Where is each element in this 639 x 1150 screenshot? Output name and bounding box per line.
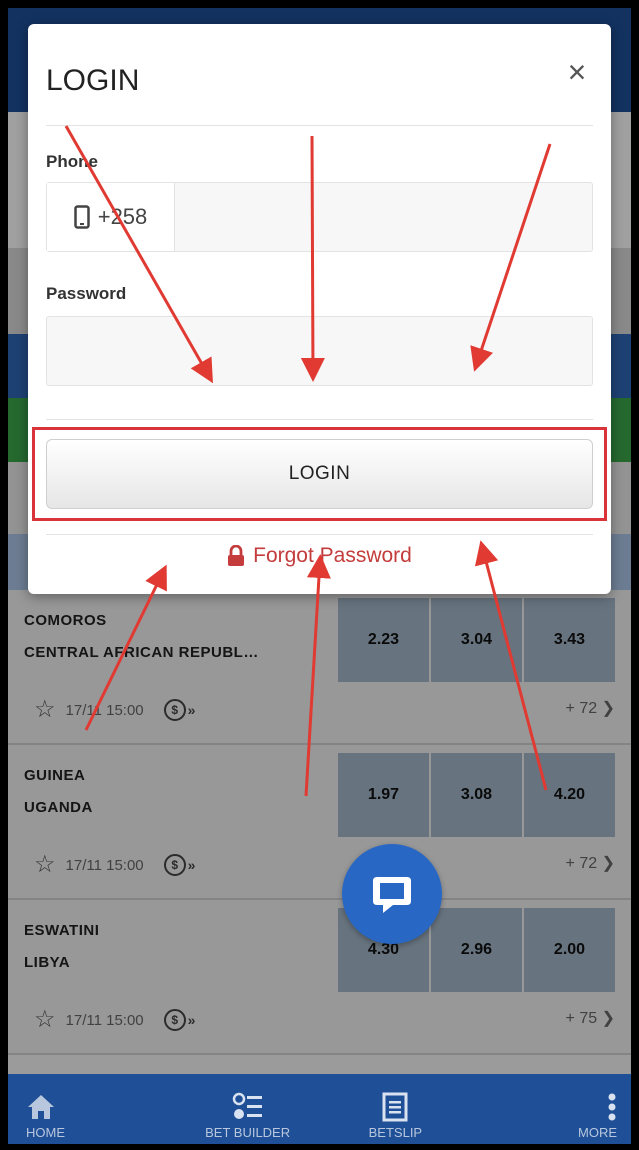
nav-more[interactable]: MORE	[469, 1074, 631, 1144]
password-input[interactable]	[46, 316, 593, 386]
home-icon	[26, 1089, 56, 1125]
nav-bet-builder[interactable]: BET BUILDER	[174, 1074, 322, 1144]
nav-bet-builder-label: BET BUILDER	[205, 1125, 291, 1140]
footer-divider	[46, 534, 593, 535]
header-divider	[46, 125, 593, 126]
login-button[interactable]: LOGIN	[46, 439, 593, 509]
login-modal: LOGIN × Phone +258 Password LOGIN Forgot…	[28, 24, 611, 594]
nav-more-label: MORE	[578, 1125, 617, 1140]
phone-prefix-text: +258	[97, 204, 148, 229]
password-label: Password	[46, 284, 127, 303]
bet-builder-icon	[232, 1089, 264, 1125]
chat-button[interactable]	[342, 844, 442, 944]
forgot-password-text: Forgot Password	[253, 544, 412, 567]
betslip-icon	[382, 1089, 408, 1125]
phone-input[interactable]	[175, 183, 592, 251]
close-icon[interactable]: ×	[557, 52, 597, 92]
nav-betslip-label: BETSLIP	[368, 1125, 423, 1140]
nav-betslip[interactable]: BETSLIP	[322, 1074, 470, 1144]
app-screen: COMOROS CENTRAL AFRICAN REPUBL… 2.23 3.0…	[8, 8, 631, 1144]
form-divider	[46, 419, 593, 420]
forgot-password-link[interactable]: Forgot Password	[28, 544, 611, 568]
phone-prefix: +258	[47, 183, 175, 251]
mobile-phone-icon	[73, 205, 90, 229]
modal-title: LOGIN	[46, 64, 140, 97]
chat-icon	[373, 877, 411, 913]
lock-icon	[228, 545, 245, 566]
nav-home-label: HOME	[26, 1125, 65, 1140]
more-vertical-icon	[607, 1089, 617, 1125]
phone-field: +258	[46, 182, 593, 252]
bottom-nav: HOME BET BUILDER BETSLIP MORE	[8, 1074, 631, 1144]
nav-home[interactable]: HOME	[8, 1074, 174, 1144]
phone-label: Phone	[46, 152, 98, 171]
